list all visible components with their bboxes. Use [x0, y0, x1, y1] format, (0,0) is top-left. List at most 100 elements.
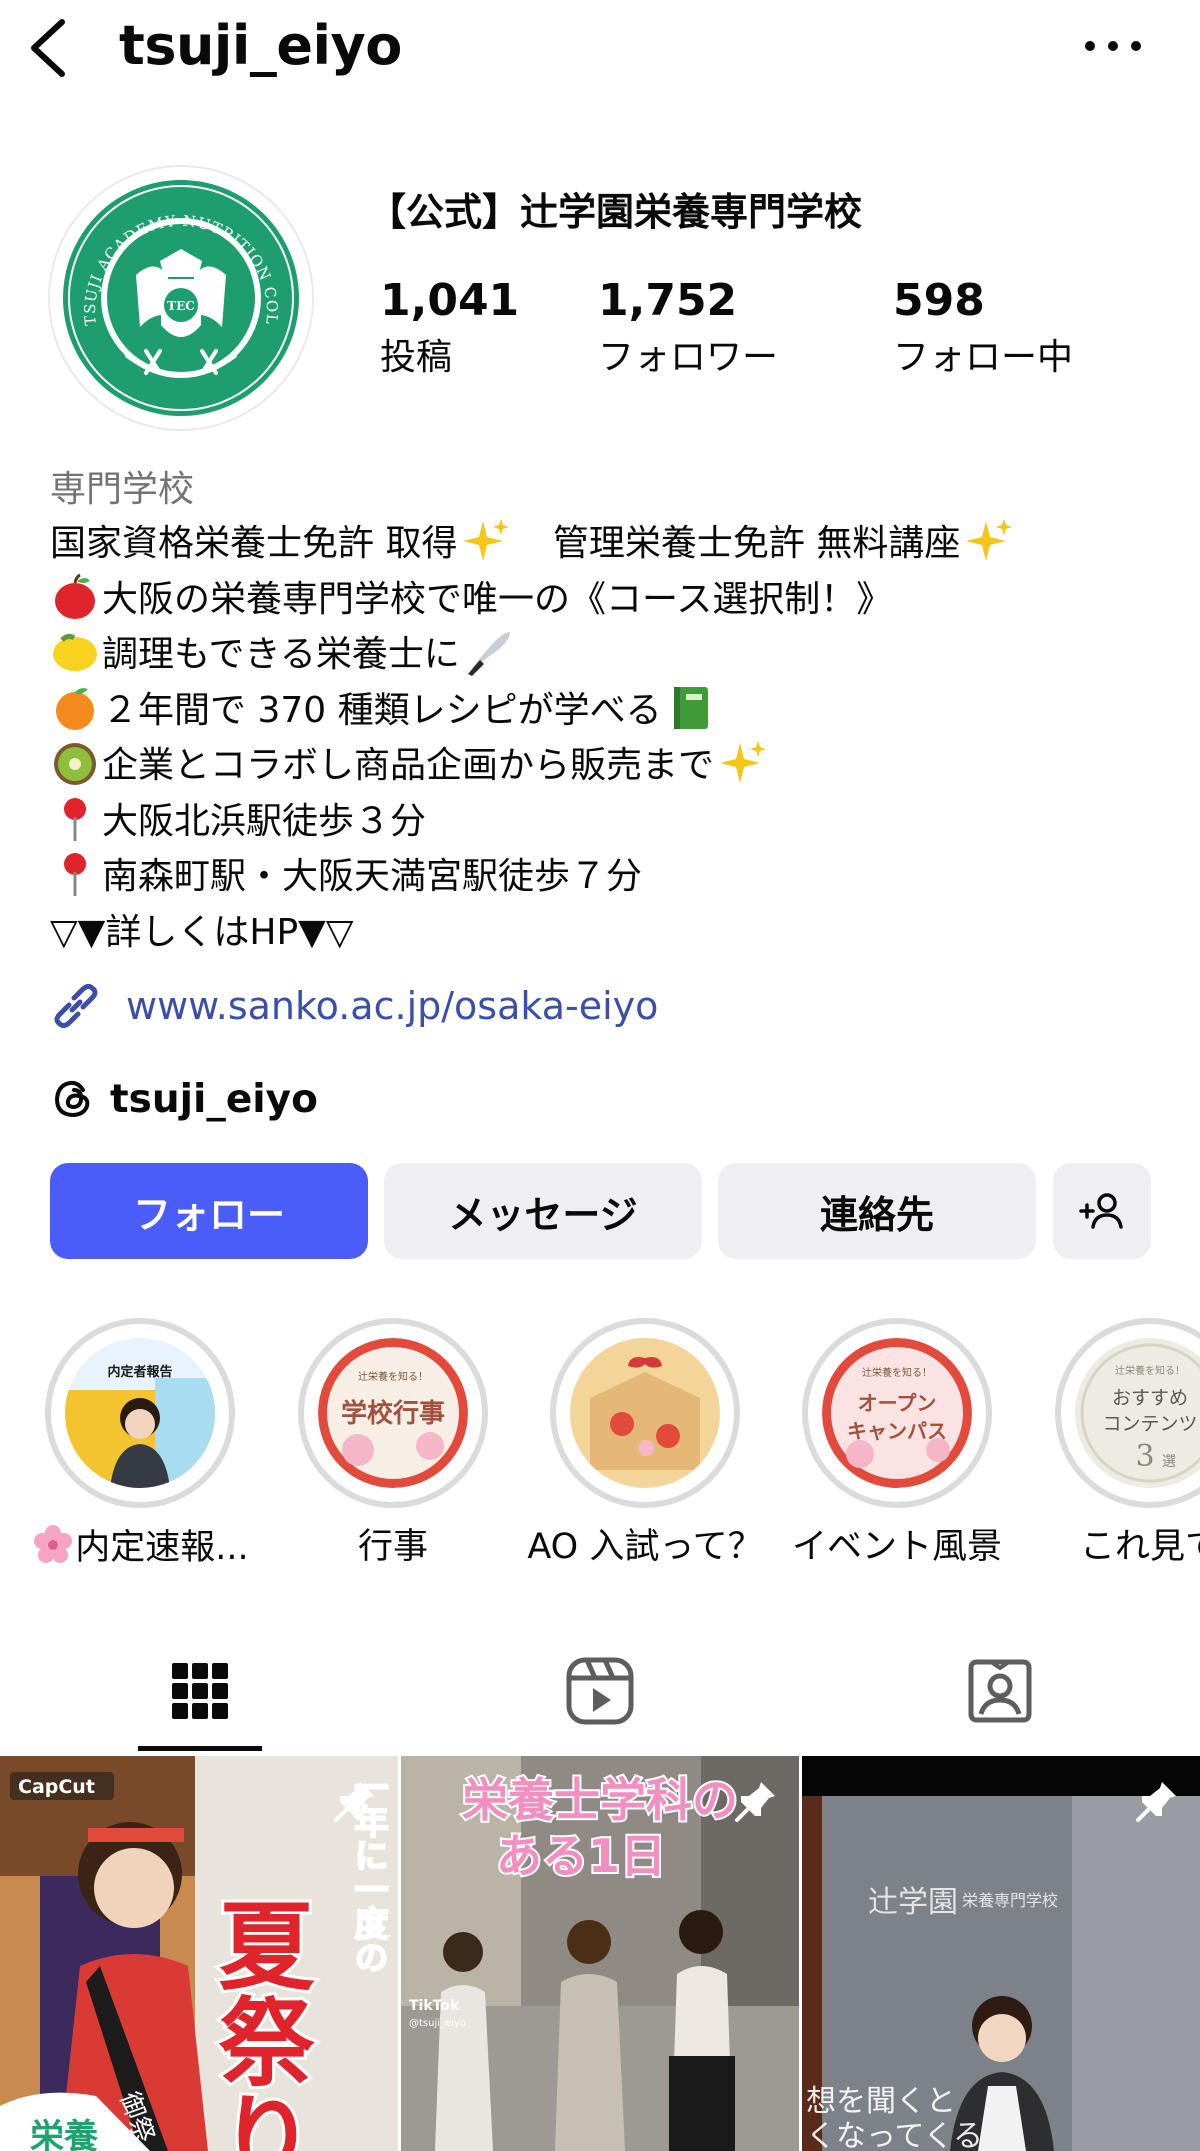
crest-emblem-text: TEC [167, 299, 195, 313]
stat-following-value: 598 [893, 275, 985, 326]
bio-line: 大阪の栄養専門学校で唯一の《コース選択制！》 [50, 572, 1170, 628]
svg-text:栄養: 栄養 [30, 2117, 98, 2151]
highlight-label: 行事 [357, 1527, 428, 1567]
post-thumbnail[interactable]: 栄養士学科の ある1日 TikTok @tsuji_eiyo [401, 1756, 799, 2151]
reels-icon [566, 1657, 634, 1725]
svg-text:コンテンツ: コンテンツ [1102, 1413, 1197, 1435]
round-pushpin-icon [64, 853, 86, 896]
more-options-button[interactable] [1080, 24, 1146, 68]
highlight-cover-subtext: 辻栄養を知る！ [358, 1370, 428, 1383]
bio-line: ２年間で 370 種類レシピが学べる [50, 683, 1170, 739]
bio-line-text: 南森町駅・大阪天満宮駅徒歩７分 [102, 856, 643, 897]
bio-line-text: 大阪の栄養専門学校で唯一の《コース選択制！》 [102, 578, 893, 620]
highlight-label: AO 入試って？ [527, 1527, 763, 1567]
capcut-badge: CapCut [18, 1776, 95, 1798]
post-caption-line2: くなってくる [806, 2119, 983, 2151]
sparkles-icon [966, 519, 1013, 561]
back-button[interactable] [22, 14, 72, 78]
profile-display-name: 【公式】辻学園栄養専門学校 [368, 190, 863, 234]
bio-category: 専門学校 [50, 469, 195, 510]
profile-username-title: tsuji_eiyo [119, 14, 402, 77]
stat-following[interactable]: 598 フォロー中 [893, 273, 1073, 383]
highlight-label-text: 内定速報... [75, 1528, 249, 1568]
post-sign-text: 辻学園 [868, 1885, 958, 1920]
post-title-line2: ある1日 [496, 1829, 666, 1883]
stat-followers-label: フォロワー [598, 337, 779, 378]
suggested-users-button[interactable] [1053, 1163, 1151, 1259]
follow-button[interactable]: フォロー [50, 1163, 368, 1259]
add-user-icon [1079, 1193, 1123, 1229]
chevron-left-icon [31, 19, 65, 77]
pinned-post-icon [1136, 1782, 1176, 1822]
tab-tagged[interactable] [800, 1630, 1200, 1752]
post-caption-line1: 想を聞くと [806, 2084, 956, 2119]
more-horizontal-icon [1085, 41, 1141, 51]
svg-text:選: 選 [1162, 1454, 1176, 1470]
highlight-cover: 辻栄養を知る！ オープン キャンパス [822, 1338, 972, 1488]
highlight-cover: 内定者報告 [65, 1338, 215, 1488]
threads-handle: tsuji_eiyo [110, 1076, 318, 1122]
apple-icon [55, 573, 95, 619]
round-pushpin-icon [64, 797, 86, 841]
bio-line-text: 管理栄養士免許 無料講座 [552, 523, 961, 564]
cherry-blossom-icon [34, 1525, 73, 1563]
highlight-cover-image [570, 1338, 720, 1488]
tab-reels[interactable] [400, 1630, 800, 1752]
stat-followers-value: 1,752 [598, 275, 738, 326]
contact-button[interactable]: 連絡先 [718, 1163, 1036, 1259]
active-tab-indicator [138, 1746, 262, 1751]
bio-line: 大阪北浜駅徒歩３分 [50, 794, 1170, 850]
highlight-cover: 辻栄養を知る！ おすすめ コンテンツ 3 選 [1075, 1338, 1200, 1488]
link-icon [54, 983, 98, 1029]
svg-text:栄養専門学校: 栄養専門学校 [962, 1891, 1058, 1910]
svg-text:おすすめ: おすすめ [1112, 1387, 1188, 1409]
highlight-cover-image: 辻栄養を知る！ おすすめ コンテンツ 3 選 [1075, 1338, 1200, 1488]
stat-followers[interactable]: 1,752 フォロワー [598, 273, 778, 383]
bio-line: 南森町駅・大阪天満宮駅徒歩７分 [50, 849, 1170, 905]
tab-posts-grid[interactable] [0, 1630, 400, 1752]
profile-avatar[interactable]: TSUJI ACADEMY NUTRITION COLLEGE TEC [48, 165, 314, 431]
bio-line: 企業とコラボし商品企画から販売まで [50, 738, 1170, 794]
tagged-person-icon [968, 1659, 1032, 1723]
posts-grid: 御祭 CapCut 一年に一度の 夏祭り 栄養 栄養士学科の ある1日 TikT… [0, 1756, 1200, 2151]
threads-icon [54, 1080, 90, 1118]
bio-line-text: ２年間で 370 種類レシピが学べる [102, 689, 662, 731]
grid-icon [172, 1663, 228, 1719]
website-url[interactable]: www.sanko.ac.jp/osaka-eiyo [126, 984, 658, 1028]
stat-posts[interactable]: 1,041 投稿 [380, 273, 519, 383]
pinned-post-icon [735, 1782, 775, 1822]
svg-text:3: 3 [1135, 1439, 1154, 1474]
stat-following-label: フォロー中 [893, 337, 1074, 378]
profile-bio: 専門学校 国家資格栄養士免許 取得 管理栄養士免許 無料講座 大阪の栄養専門学校… [50, 464, 1170, 960]
svg-text:キャンパス: キャンパス [847, 1419, 947, 1443]
pinned-post-icon [334, 1782, 374, 1822]
threads-link[interactable]: tsuji_eiyo [50, 1071, 318, 1127]
green-book-icon [673, 686, 708, 729]
highlight-label: 内定速報... [10, 1523, 270, 1572]
highlight-cover-text: 学校行事 [341, 1398, 445, 1429]
highlight-cover [570, 1338, 720, 1488]
tangerine-icon [56, 687, 94, 730]
kitchen-knife-icon [467, 632, 510, 676]
bio-line-text: 調理もできる栄養士に [102, 634, 460, 675]
highlight-cover-subtext: 辻栄養を知る！ [1115, 1364, 1185, 1377]
bio-line: ▽▼詳しくはHP▼▽ [50, 905, 1170, 961]
bio-line: 調理もできる栄養士に [50, 627, 1170, 683]
profile-tabs [0, 1630, 1200, 1752]
bio-line: 国家資格栄養士免許 取得 管理栄養士免許 無料講座 [50, 516, 1170, 572]
tiktok-watermark: TikTok [409, 1998, 460, 2014]
post-thumbnail[interactable]: 御祭 CapCut 一年に一度の 夏祭り 栄養 [0, 1756, 398, 2151]
post-big-caption: 夏祭り [202, 1896, 314, 2151]
post-thumbnail[interactable]: 辻学園 栄養専門学校 想を聞くと くなってくる [802, 1756, 1200, 2151]
highlight-cover-text: オープン [858, 1391, 937, 1415]
sparkles-icon [720, 741, 767, 783]
website-link[interactable]: www.sanko.ac.jp/osaka-eiyo [48, 976, 658, 1036]
bio-line-text: ▽▼詳しくはHP▼▽ [50, 911, 354, 953]
svg-text:@tsuji_eiyo: @tsuji_eiyo [409, 2018, 466, 2029]
bio-line-text: 大阪北浜駅徒歩３分 [102, 800, 427, 842]
stat-posts-value: 1,041 [380, 275, 520, 326]
highlight-cover-image: 辻栄養を知る！ 学校行事 [318, 1338, 468, 1488]
message-button[interactable]: メッセージ [384, 1163, 702, 1259]
bio-line-text: 企業とコラボし商品企画から販売まで [102, 745, 715, 786]
highlight-cover-image: 内定者報告 [65, 1338, 215, 1488]
